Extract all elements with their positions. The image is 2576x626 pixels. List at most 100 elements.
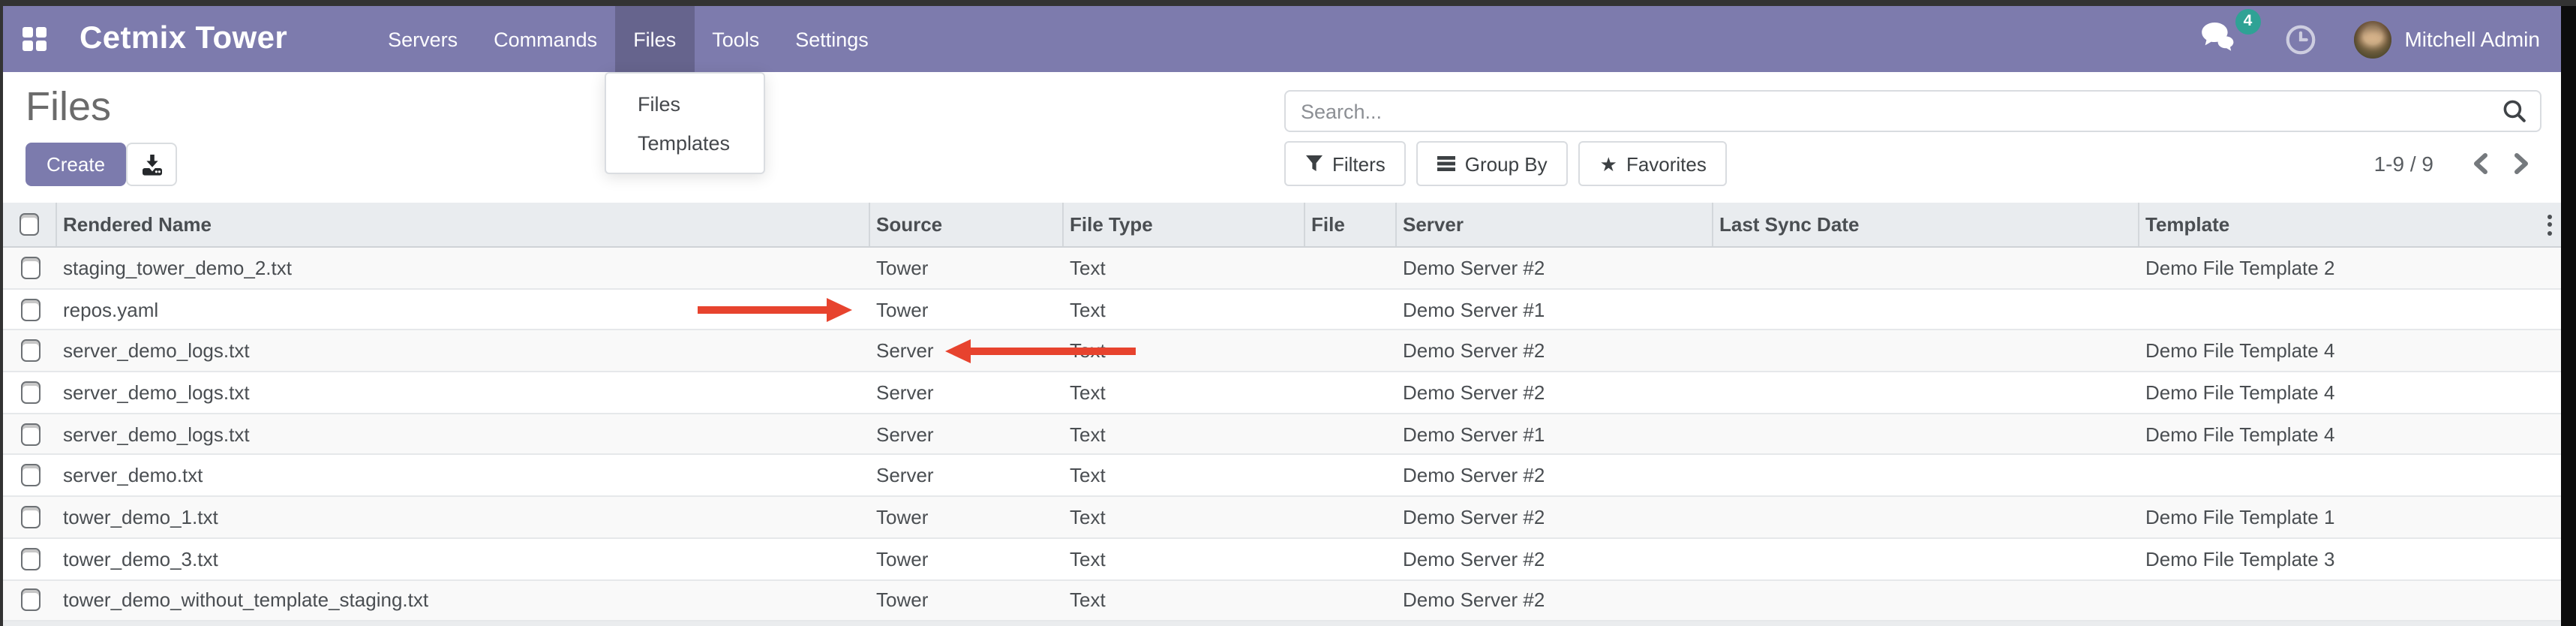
search-input[interactable]	[1286, 100, 2502, 122]
row-checkbox[interactable]	[20, 381, 40, 404]
pager-next-button[interactable]	[2501, 152, 2541, 176]
row-checkbox[interactable]	[20, 465, 40, 487]
table-row[interactable]: server_demo.txtServerText Demo Server #2	[3, 456, 2561, 497]
select-all-checkbox-cell	[3, 203, 57, 246]
cell-source[interactable]: Tower	[870, 506, 1064, 528]
cell-source[interactable]: Tower	[870, 589, 1064, 612]
column-header-file[interactable]: File	[1305, 203, 1397, 246]
table-row[interactable]: repos.yamlTowerText Demo Server #1	[3, 289, 2561, 330]
cell-file-type[interactable]: Text	[1064, 506, 1305, 528]
favorites-button[interactable]: ★ Favorites	[1579, 141, 1728, 186]
row-checkbox-cell	[3, 339, 57, 362]
table-body: staging_tower_demo_2.txtTowerTextDemo Se…	[3, 248, 2561, 621]
dropdown-item-templates[interactable]: Templates	[606, 123, 764, 162]
column-header-source[interactable]: Source	[870, 203, 1064, 246]
table-row[interactable]: server_demo_logs.txtServerText Demo Serve…	[3, 414, 2561, 456]
row-checkbox[interactable]	[20, 547, 40, 570]
pager: 1-9 / 9	[2374, 141, 2541, 186]
cell-rendered-name[interactable]: tower_demo_without_template_staging.txt	[57, 589, 870, 612]
cell-file-type[interactable]: Text	[1064, 381, 1305, 404]
row-checkbox[interactable]	[20, 339, 40, 362]
column-header-last-sync-date[interactable]: Last Sync Date	[1713, 203, 2139, 246]
group-by-button[interactable]: Group By	[1417, 141, 1569, 186]
cell-server[interactable]: Demo Server #2	[1397, 339, 1713, 362]
pager-previous-button[interactable]	[2460, 152, 2501, 176]
search-icon[interactable]	[2502, 99, 2526, 123]
table-row[interactable]: tower_demo_3.txtTowerText Demo Server #2 D…	[3, 539, 2561, 580]
row-checkbox-cell	[3, 257, 57, 279]
nav-item-commands[interactable]: Commands	[476, 6, 615, 72]
cell-file-type[interactable]: Text	[1064, 465, 1305, 487]
cell-source[interactable]: Server	[870, 381, 1064, 404]
cell-rendered-name[interactable]: server_demo_logs.txt	[57, 381, 870, 404]
row-checkbox[interactable]	[20, 589, 40, 612]
create-button[interactable]: Create	[26, 143, 126, 186]
row-checkbox[interactable]	[20, 257, 40, 279]
cell-source[interactable]: Tower	[870, 547, 1064, 570]
cell-file-type[interactable]: Text	[1064, 589, 1305, 612]
cell-source[interactable]: Server	[870, 339, 1064, 362]
cell-rendered-name[interactable]: server_demo_logs.txt	[57, 423, 870, 445]
cell-rendered-name[interactable]: repos.yaml	[57, 298, 870, 321]
app-brand[interactable]: Cetmix Tower	[80, 21, 287, 57]
cell-rendered-name[interactable]: server_demo_logs.txt	[57, 339, 870, 362]
user-avatar[interactable]	[2353, 20, 2391, 58]
cell-file-type[interactable]: Text	[1064, 257, 1305, 279]
cell-source[interactable]: Server	[870, 465, 1064, 487]
filters-button[interactable]: Filters	[1284, 141, 1407, 186]
cell-file-type[interactable]: Text	[1064, 423, 1305, 445]
nav-item-settings[interactable]: Settings	[777, 6, 887, 72]
column-header-template[interactable]: Template	[2139, 203, 2561, 246]
cell-server[interactable]: Demo Server #2	[1397, 589, 1713, 612]
cell-rendered-name[interactable]: staging_tower_demo_2.txt	[57, 257, 870, 279]
cell-server[interactable]: Demo Server #2	[1397, 506, 1713, 528]
files-menu-dropdown: Files Templates	[605, 72, 765, 174]
cell-template[interactable]: Demo File Template 1	[2139, 506, 2561, 528]
cell-server[interactable]: Demo Server #2	[1397, 465, 1713, 487]
cell-file-type[interactable]: Text	[1064, 547, 1305, 570]
column-header-server[interactable]: Server	[1397, 203, 1713, 246]
column-header-rendered-name[interactable]: Rendered Name	[57, 203, 870, 246]
cell-template[interactable]: Demo File Template 2	[2139, 257, 2561, 279]
cell-server[interactable]: Demo Server #1	[1397, 423, 1713, 445]
table-row[interactable]: staging_tower_demo_2.txtTowerText Demo Se…	[3, 248, 2561, 289]
select-all-checkbox[interactable]	[20, 213, 39, 236]
messages-menu-button[interactable]: 4	[2199, 19, 2238, 59]
cell-template[interactable]: Demo File Template 4	[2139, 381, 2561, 404]
column-header-file-type[interactable]: File Type	[1064, 203, 1305, 246]
cell-source[interactable]: Tower	[870, 298, 1064, 321]
cell-file-type[interactable]: Text	[1064, 298, 1305, 321]
chevron-left-icon	[2471, 152, 2490, 176]
cell-rendered-name[interactable]: server_demo.txt	[57, 465, 870, 487]
cell-template[interactable]: Demo File Template 3	[2139, 547, 2561, 570]
optional-columns-icon[interactable]	[2547, 214, 2552, 235]
cell-rendered-name[interactable]: tower_demo_3.txt	[57, 547, 870, 570]
row-checkbox[interactable]	[20, 506, 40, 528]
cell-server[interactable]: Demo Server #2	[1397, 547, 1713, 570]
main-navbar: Cetmix Tower ServersCommandsFilesToolsSe…	[3, 6, 2561, 72]
nav-item-tools[interactable]: Tools	[694, 6, 777, 72]
export-button[interactable]	[126, 143, 177, 186]
user-menu-button[interactable]: Mitchell Admin	[2404, 27, 2540, 51]
table-row[interactable]: server_demo_logs.txtServerText Demo Serve…	[3, 372, 2561, 414]
apps-grid-icon[interactable]	[23, 27, 47, 51]
table-row[interactable]: tower_demo_1.txtTowerText Demo Server #2 D…	[3, 497, 2561, 538]
nav-item-servers[interactable]: Servers	[370, 6, 476, 72]
dropdown-item-files[interactable]: Files	[606, 84, 764, 123]
cell-source[interactable]: Tower	[870, 257, 1064, 279]
cell-file-type[interactable]: Text	[1064, 339, 1305, 362]
cell-template[interactable]: Demo File Template 4	[2139, 339, 2561, 362]
cell-server[interactable]: Demo Server #1	[1397, 298, 1713, 321]
cell-rendered-name[interactable]: tower_demo_1.txt	[57, 506, 870, 528]
row-checkbox[interactable]	[20, 423, 40, 445]
cell-source[interactable]: Server	[870, 423, 1064, 445]
table-row[interactable]: server_demo_logs.txtServerText Demo Serve…	[3, 331, 2561, 372]
cell-server[interactable]: Demo Server #2	[1397, 257, 1713, 279]
row-checkbox[interactable]	[20, 298, 40, 321]
nav-item-files[interactable]: Files	[615, 6, 694, 72]
star-icon: ★	[1600, 154, 1617, 173]
cell-server[interactable]: Demo Server #2	[1397, 381, 1713, 404]
table-row[interactable]: tower_demo_without_template_staging.txtT…	[3, 580, 2561, 621]
cell-template[interactable]: Demo File Template 4	[2139, 423, 2561, 445]
activities-menu-button[interactable]	[2283, 22, 2317, 56]
